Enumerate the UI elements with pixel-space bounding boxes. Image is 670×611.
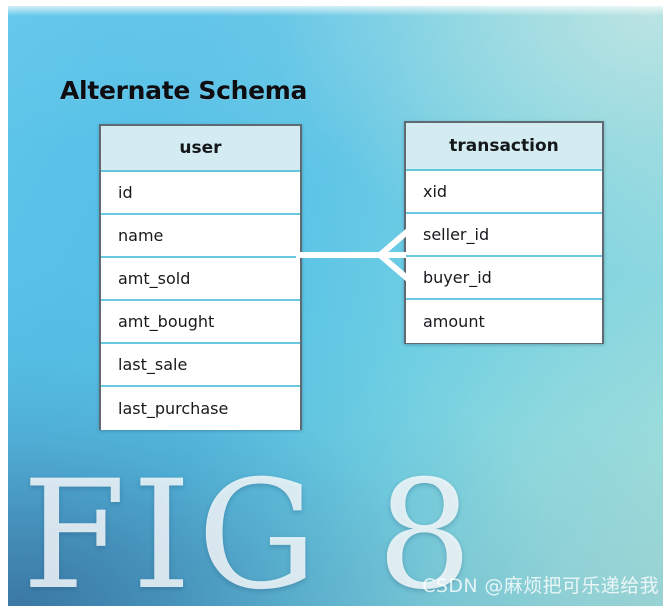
entity-field-transaction-buyer-id: buyer_id [406,257,602,300]
entity-table-user[interactable]: user id name amt_sold amt_bought last_sa… [99,124,302,430]
figure-label: FIG 8 [22,449,479,606]
entity-field-user-last-sale: last_sale [101,344,300,387]
background-top-glow [8,6,663,16]
page-title: Alternate Schema [60,76,308,105]
entity-field-user-name: name [101,215,300,258]
entity-field-user-last-purchase: last_purchase [101,387,300,430]
diagram-canvas: Alternate Schema user id name amt_sold a… [8,6,663,606]
entity-header-transaction: transaction [406,123,602,171]
entity-field-user-amt-bought: amt_bought [101,301,300,344]
entity-table-transaction[interactable]: transaction xid seller_id buyer_id amoun… [404,121,604,344]
entity-field-transaction-amount: amount [406,300,602,343]
csdn-watermark: CSDN @麻烦把可乐递给我 [422,575,659,597]
entity-header-user: user [101,126,300,172]
entity-field-transaction-seller-id: seller_id [406,214,602,257]
entity-field-transaction-xid: xid [406,171,602,214]
figure-screenshot: Alternate Schema user id name amt_sold a… [0,0,670,611]
entity-field-user-id: id [101,172,300,215]
entity-field-user-amt-sold: amt_sold [101,258,300,301]
